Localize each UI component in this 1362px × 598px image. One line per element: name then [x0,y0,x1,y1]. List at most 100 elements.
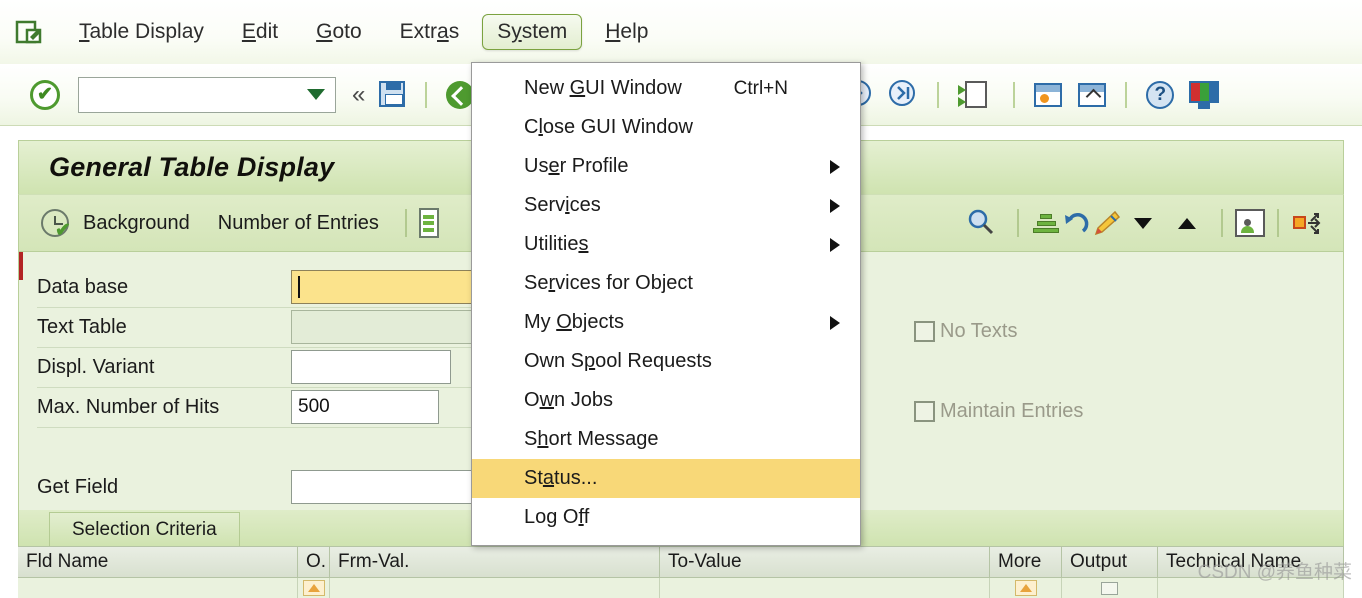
table-cell[interactable] [990,578,1062,598]
create-shortcut-icon[interactable] [1031,78,1065,112]
save-icon[interactable] [375,78,409,112]
menu-item-label: Log Off [524,506,590,528]
checkbox-label: Maintain Entries [940,400,1084,422]
menu-item-services-for-object[interactable]: Services for Object [472,264,860,303]
sap-gui-window: Table Display Edit Goto Extras System Help ✔ … [0,0,1362,598]
table-cell[interactable] [660,578,990,598]
menu-goto[interactable]: Goto [301,14,377,50]
field-label: Displ. Variant [37,355,155,378]
menu-item-new-gui-window[interactable]: New GUI Window Ctrl+N [472,69,860,108]
search-icon[interactable] [965,206,999,240]
table-cell[interactable] [298,578,330,598]
up-triangle-icon[interactable] [1170,206,1204,240]
menu-item-label: Close GUI Window [524,116,693,138]
checkbox-box [914,321,935,342]
menu-item-user-profile[interactable]: User Profile [472,147,860,186]
menu-item-label: Status... [524,467,598,489]
menu-item-log-off[interactable]: Log Off [472,498,860,537]
display-icon[interactable] [1187,78,1221,112]
toolbar-separator [1125,81,1128,108]
menu-table-display[interactable]: Table Display [64,14,219,50]
toolbar-separator [1221,209,1223,237]
menu-item-shortcut: Ctrl+N [733,77,788,99]
column-header-frm-val-[interactable]: Frm-Val. [330,547,660,578]
enter-icon[interactable]: ✔ [30,79,60,110]
form-row: Get Field [37,470,118,504]
background-button[interactable]: Background [83,212,190,235]
menu-bar: Table Display Edit Goto Extras System Help [0,0,1362,64]
checkbox-no-texts: No Texts [914,320,1017,343]
column-header-output[interactable]: Output [1062,547,1158,578]
column-header-fld-name[interactable]: Fld Name [18,547,298,578]
column-header-to-value[interactable]: To-Value [660,547,990,578]
tab-selection-criteria[interactable]: Selection Criteria [49,512,240,546]
column-header-more[interactable]: More [990,547,1062,578]
eraser-icon[interactable] [1091,210,1121,236]
menu-item-services[interactable]: Services [472,186,860,225]
system-menu-icon[interactable] [14,17,44,47]
menu-extras[interactable]: Extras [385,14,475,50]
table-cell[interactable] [1158,578,1344,598]
row-divider [37,347,489,348]
number-of-entries-button[interactable]: Number of Entries [218,212,379,235]
undo-icon[interactable] [1061,209,1091,237]
submenu-arrow-icon [830,159,840,174]
system-menu-dropdown: New GUI Window Ctrl+N Close GUI Window User… [471,62,861,546]
menu-item-my-objects[interactable]: My Objects [472,303,860,342]
menu-item-label: Own Spool Requests [524,350,712,372]
command-dropdown-icon[interactable] [307,89,325,100]
table-row[interactable] [18,578,1344,598]
menu-item-label: Own Jobs [524,389,613,411]
menu-item-own-spool-requests[interactable]: Own Spool Requests [472,342,860,381]
customize-local-layout-icon[interactable] [1075,78,1109,112]
back-button[interactable]: « [352,81,365,109]
menu-edit[interactable]: Edit [227,14,293,50]
menu-item-status[interactable]: Status... [472,459,860,498]
menu-item-utilities[interactable]: Utilities [472,225,860,264]
table-cell[interactable] [330,578,660,598]
menu-item-close-gui-window[interactable]: Close GUI Window [472,108,860,147]
command-field[interactable] [78,76,336,113]
menu-items-container: Table Display Edit Goto Extras System Help [60,14,667,50]
checkbox-label: No Texts [940,320,1018,342]
menu-system[interactable]: System [482,14,583,50]
list-icon[interactable] [418,208,439,238]
toolbar-separator [1277,209,1279,237]
help-icon[interactable]: ? [1143,78,1177,112]
create-session-icon[interactable] [955,78,997,112]
text-caret [298,276,300,298]
submenu-arrow-icon [830,315,840,330]
expand-icon[interactable] [1291,209,1321,237]
command-input[interactable] [97,82,307,107]
execute-check-icon[interactable]: ✔ [41,209,71,240]
menu-item-label: Services [524,194,601,216]
last-page-icon[interactable] [887,78,921,112]
input-data-base[interactable] [291,270,477,304]
table-cell[interactable] [18,578,298,598]
option-triangle-icon[interactable] [302,580,325,596]
input-get-field[interactable] [291,470,477,504]
menu-item-own-jobs[interactable]: Own Jobs [472,381,860,420]
menu-item-short-message[interactable]: Short Message [472,420,860,459]
menu-item-label: Short Message [524,428,659,450]
field-label: Data base [37,275,129,298]
menu-help[interactable]: Help [590,14,663,50]
form-row: Text Table [37,310,127,344]
down-triangle-icon[interactable] [1126,206,1160,240]
table-cell[interactable] [1062,578,1158,598]
input-displ-variant[interactable] [291,350,451,384]
menu-item-label: New GUI Window [524,77,682,99]
form-row: Displ. Variant [37,350,154,384]
checkbox-box [914,401,935,422]
column-header-o-[interactable]: O. [298,547,330,578]
user-settings-icon[interactable] [1235,209,1265,237]
form-row: Max. Number of Hits [37,390,219,424]
sort-icon[interactable] [1031,209,1061,237]
row-divider [37,387,489,388]
output-checkbox[interactable] [1101,581,1118,595]
input-max-number-of-hits[interactable]: 500 [291,390,439,424]
tab-label: Selection Criteria [72,518,217,540]
menu-item-label: Utilities [524,233,589,255]
column-header-technical-name[interactable]: Technical Name [1158,547,1344,578]
more-triangle-icon[interactable] [1014,580,1037,596]
